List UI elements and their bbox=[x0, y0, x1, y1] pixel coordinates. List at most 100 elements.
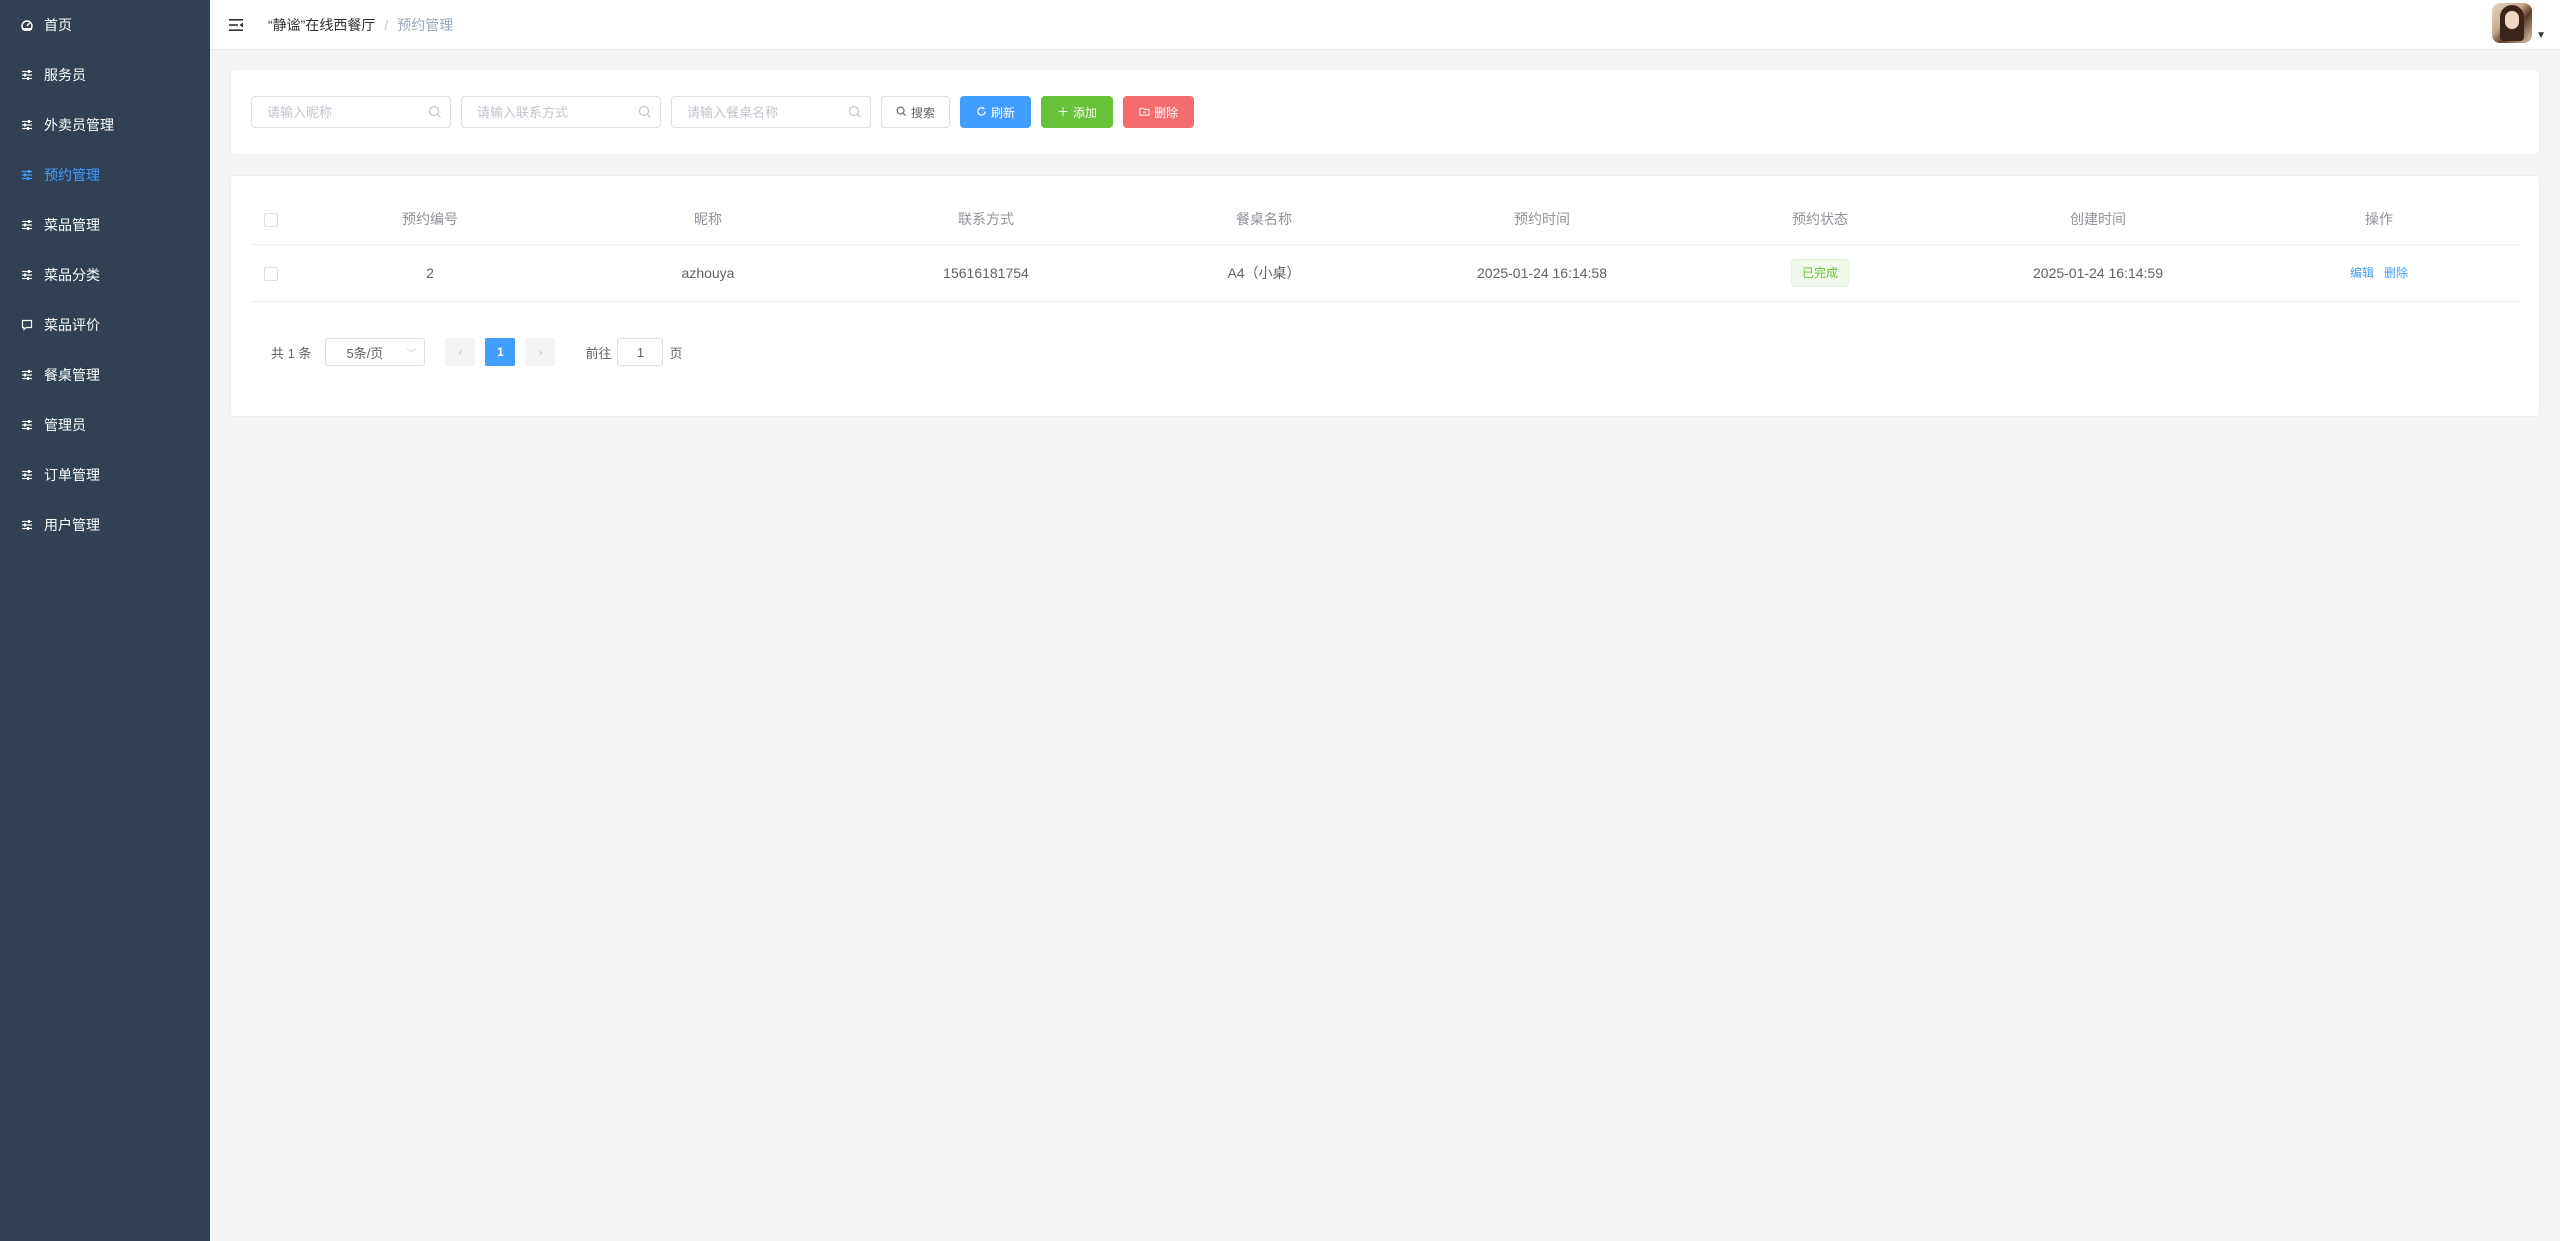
sidebar-item-dish-review[interactable]: 菜品评价 bbox=[0, 300, 210, 350]
column-header: 操作 bbox=[2237, 194, 2521, 245]
nickname-search-input[interactable] bbox=[252, 97, 450, 127]
column-header: 预约编号 bbox=[291, 194, 569, 245]
column-header: 预约时间 bbox=[1403, 194, 1681, 245]
sidebar-item-label: 服务员 bbox=[44, 67, 86, 83]
sidebar-item-label: 预约管理 bbox=[44, 167, 100, 183]
chevron-down-icon: ﹀ bbox=[406, 348, 417, 360]
sidebar-item-home[interactable]: 首页 bbox=[0, 0, 210, 50]
search-icon bbox=[848, 105, 862, 119]
table-name-search-input[interactable] bbox=[672, 97, 870, 127]
next-page-button[interactable]: › bbox=[525, 338, 556, 366]
edit-link[interactable]: 编辑 bbox=[2350, 266, 2374, 280]
chevron-left-icon: ‹ bbox=[458, 345, 463, 359]
comment-icon bbox=[20, 318, 34, 332]
sidebar-item-table[interactable]: 餐桌管理 bbox=[0, 350, 210, 400]
sliders-icon bbox=[20, 68, 34, 82]
reservation-id-cell: 2 bbox=[291, 244, 569, 302]
select-all-cell bbox=[251, 194, 291, 245]
delete-folder-icon bbox=[1139, 106, 1150, 119]
page-size-select[interactable]: 5条/页 ﹀ bbox=[325, 338, 426, 366]
refresh-icon bbox=[976, 106, 987, 119]
sidebar-item-label: 菜品管理 bbox=[44, 217, 100, 233]
breadcrumb-separator: / bbox=[384, 16, 389, 33]
sidebar: 首页 服务员 外卖员管理 预约管理 菜品管理 菜品分类 菜品评价 餐桌管理 管理… bbox=[0, 0, 210, 1241]
created-time-cell: 2025-01-24 16:14:59 bbox=[1959, 244, 2237, 302]
sliders-icon bbox=[20, 168, 34, 182]
caret-down-icon[interactable]: ▼ bbox=[2536, 30, 2546, 41]
nickname-cell: azhouya bbox=[569, 244, 847, 302]
sidebar-item-label: 餐桌管理 bbox=[44, 367, 100, 383]
column-header: 预约状态 bbox=[1681, 194, 1959, 245]
prev-page-button[interactable]: ‹ bbox=[445, 338, 476, 366]
jumper-prefix: 前往 bbox=[585, 345, 612, 361]
jumper-suffix: 页 bbox=[669, 345, 683, 361]
sliders-icon bbox=[20, 268, 34, 282]
page-number-button[interactable]: 1 bbox=[485, 338, 516, 366]
search-button-label: 搜索 bbox=[911, 105, 936, 120]
page-jumper: 前往 页 bbox=[585, 338, 683, 366]
avatar[interactable] bbox=[2492, 3, 2533, 43]
dashboard-icon bbox=[20, 18, 34, 32]
add-button[interactable]: ＋ 添加 bbox=[1041, 96, 1114, 128]
contact-cell: 15616181754 bbox=[847, 244, 1125, 302]
column-header: 联系方式 bbox=[847, 194, 1125, 245]
sliders-icon bbox=[20, 218, 34, 232]
top-navbar: “静谧”在线西餐厅 / 预约管理 ▼ bbox=[210, 0, 2560, 50]
page-size-value: 5条/页 bbox=[346, 345, 384, 361]
sidebar-item-dishes[interactable]: 菜品管理 bbox=[0, 200, 210, 250]
sidebar-item-label: 用户管理 bbox=[44, 517, 100, 533]
row-checkbox[interactable] bbox=[264, 266, 278, 281]
search-panel: 搜索 刷新 ＋ 添加 删除 bbox=[230, 69, 2540, 155]
user-menu[interactable]: ▼ bbox=[2492, 3, 2546, 43]
sliders-icon bbox=[20, 418, 34, 432]
column-header: 昵称 bbox=[569, 194, 847, 245]
hamburger-menu-icon[interactable] bbox=[226, 15, 246, 35]
contact-search-input[interactable] bbox=[462, 97, 660, 127]
delete-button-label: 删除 bbox=[1154, 105, 1179, 120]
chevron-right-icon: › bbox=[538, 345, 543, 359]
jumper-input[interactable] bbox=[617, 338, 664, 366]
table-name-search-field[interactable] bbox=[671, 96, 871, 128]
sliders-icon bbox=[20, 518, 34, 532]
pagination-total: 共 1 条 bbox=[271, 345, 312, 361]
sliders-icon bbox=[20, 368, 34, 382]
delete-button[interactable]: 删除 bbox=[1123, 96, 1195, 128]
delete-link[interactable]: 删除 bbox=[2384, 266, 2408, 280]
table-row: 2 azhouya 15616181754 A4（小桌） 2025-01-24 … bbox=[251, 244, 2521, 302]
status-cell: 已完成 bbox=[1681, 244, 1959, 302]
select-all-checkbox[interactable] bbox=[264, 212, 278, 227]
table-header-row: 预约编号 昵称 联系方式 餐桌名称 预约时间 预约状态 创建时间 操作 bbox=[251, 194, 2521, 245]
sidebar-item-label: 管理员 bbox=[44, 417, 86, 433]
sidebar-item-delivery[interactable]: 外卖员管理 bbox=[0, 100, 210, 150]
search-icon bbox=[896, 106, 907, 119]
sidebar-item-waiter[interactable]: 服务员 bbox=[0, 50, 210, 100]
sidebar-item-admin[interactable]: 管理员 bbox=[0, 400, 210, 450]
search-button[interactable]: 搜索 bbox=[881, 96, 951, 128]
sidebar-item-users[interactable]: 用户管理 bbox=[0, 500, 210, 550]
refresh-button[interactable]: 刷新 bbox=[960, 96, 1032, 128]
reserve-time-cell: 2025-01-24 16:14:58 bbox=[1403, 244, 1681, 302]
refresh-button-label: 刷新 bbox=[991, 105, 1016, 120]
sidebar-item-orders[interactable]: 订单管理 bbox=[0, 450, 210, 500]
sidebar-item-label: 订单管理 bbox=[44, 467, 100, 483]
breadcrumb-current: 预约管理 bbox=[397, 16, 454, 33]
nickname-search-field[interactable] bbox=[251, 96, 451, 128]
sidebar-item-dish-category[interactable]: 菜品分类 bbox=[0, 250, 210, 300]
plus-icon: ＋ bbox=[1057, 105, 1070, 119]
add-button-label: 添加 bbox=[1073, 105, 1098, 120]
sidebar-item-label: 菜品分类 bbox=[44, 267, 100, 283]
search-bar: 搜索 刷新 ＋ 添加 删除 bbox=[251, 96, 1204, 128]
sliders-icon bbox=[20, 118, 34, 132]
breadcrumb: “静谧”在线西餐厅 / 预约管理 bbox=[268, 15, 453, 35]
sidebar-item-label: 菜品评价 bbox=[44, 317, 100, 333]
pagination: 共 1 条 5条/页 ﹀ ‹ 1 › 前往 页 bbox=[271, 338, 683, 366]
breadcrumb-home[interactable]: “静谧”在线西餐厅 bbox=[268, 15, 375, 35]
contact-search-field[interactable] bbox=[461, 96, 661, 128]
column-header: 餐桌名称 bbox=[1125, 194, 1403, 245]
sliders-icon bbox=[20, 468, 34, 482]
column-header: 创建时间 bbox=[1959, 194, 2237, 245]
sidebar-item-label: 首页 bbox=[44, 17, 72, 33]
table-name-cell: A4（小桌） bbox=[1125, 244, 1403, 302]
search-icon bbox=[428, 105, 442, 119]
sidebar-item-reservation[interactable]: 预约管理 bbox=[0, 150, 210, 200]
